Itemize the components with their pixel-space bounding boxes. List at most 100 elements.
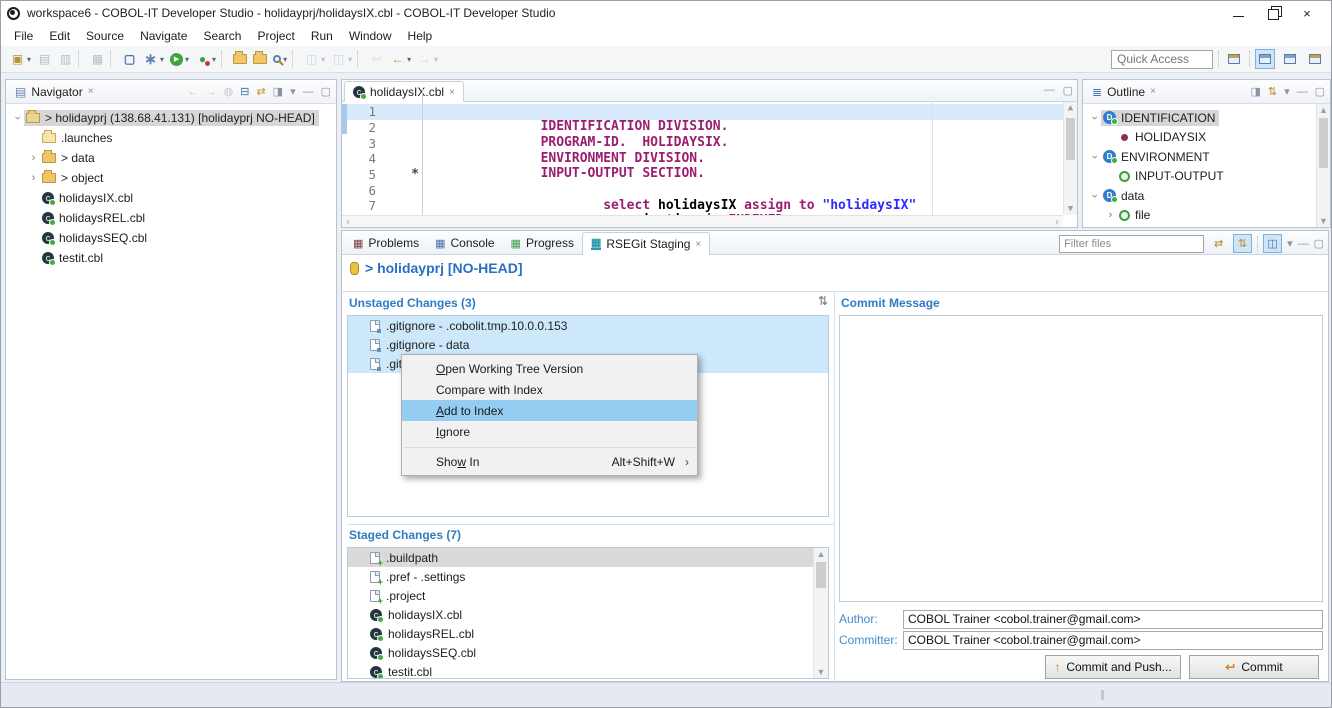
quick-access-input[interactable] — [1111, 50, 1213, 69]
show-untracked-icon[interactable]: ⇅ — [1233, 234, 1252, 253]
menu-source[interactable]: Source — [78, 27, 132, 45]
dropdown-caret-icon[interactable]: ▾ — [407, 55, 411, 64]
outline-item[interactable]: › file — [1083, 206, 1330, 226]
column-divider[interactable] — [834, 291, 835, 681]
editor-horizontal-scrollbar[interactable]: ‹› — [342, 215, 1063, 228]
staged-file-row[interactable]: .pref - .settings — [348, 567, 828, 586]
scrollbar-thumb[interactable] — [1319, 118, 1328, 168]
forward-history-icon[interactable]: → — [206, 86, 217, 98]
menu-compare-with-index[interactable]: Compare with Index › — [402, 379, 697, 400]
menu-edit[interactable]: Edit — [41, 27, 78, 45]
staged-changes-list[interactable]: .buildpath .pref - .settings .project — [347, 547, 829, 679]
forward-button[interactable]: ▾ — [414, 50, 441, 68]
staged-file-row[interactable]: .project — [348, 586, 828, 605]
last-edit-location-button[interactable]: ▾ — [366, 50, 387, 68]
scroll-up-icon[interactable]: ▲ — [1317, 104, 1330, 116]
expander-icon[interactable]: › — [1104, 209, 1117, 221]
outline-item[interactable]: INPUT-OUTPUT — [1083, 167, 1330, 187]
outline-scrollbar[interactable]: ▲ ▼ — [1316, 104, 1330, 227]
new-button[interactable]: ▾ — [7, 50, 34, 68]
link-with-editor-icon[interactable]: ⇄ — [256, 85, 265, 98]
expander-icon[interactable]: › — [12, 112, 24, 125]
dropdown-caret-icon[interactable]: ▾ — [185, 55, 189, 64]
link-with-selection-icon[interactable]: ◫ — [1263, 234, 1282, 253]
menu-run[interactable]: Run — [303, 27, 341, 45]
open-perspective-button[interactable] — [1224, 49, 1244, 69]
navigator-item[interactable]: › > object — [6, 168, 336, 188]
expander-icon[interactable]: › — [27, 152, 40, 164]
next-annotation-button[interactable]: ▾ — [301, 50, 328, 68]
search-button[interactable]: ▾ — [270, 53, 290, 66]
menu-project[interactable]: Project — [249, 27, 302, 45]
expander-icon[interactable]: › — [27, 172, 40, 184]
debug-button[interactable]: ▾ — [140, 50, 167, 68]
open-resource-button[interactable]: ▾ — [250, 52, 270, 66]
dropdown-caret-icon[interactable]: ▾ — [434, 55, 438, 64]
dropdown-caret-icon[interactable]: ▾ — [348, 55, 352, 64]
menu-show-in[interactable]: Show In Alt+Shift+W › — [402, 451, 697, 472]
menu-separator[interactable]: › — [403, 444, 696, 448]
outline-item[interactable]: › ENVIRONMENT — [1083, 147, 1330, 167]
outline-item[interactable]: › data — [1083, 186, 1330, 206]
back-button[interactable]: ▾ — [387, 50, 414, 68]
tab-close-icon[interactable]: × — [695, 239, 701, 250]
navigator-item[interactable]: holidaysSEQ.cbl — [6, 228, 336, 248]
scroll-right-icon[interactable]: › — [1054, 217, 1060, 228]
editor-vertical-scrollbar[interactable]: ▲ ▼ — [1063, 102, 1077, 215]
expander-icon[interactable]: › — [1089, 189, 1101, 202]
navigator-tab[interactable]: ▤ Navigator × — [11, 85, 98, 99]
menu-add-to-index[interactable]: Add to Index › — [402, 400, 697, 421]
dropdown-caret-icon[interactable]: ▾ — [212, 55, 216, 64]
tab-problems[interactable]: ▦ Problems × — [345, 232, 427, 254]
menu-ignore[interactable]: Ignore › — [402, 421, 697, 442]
code-editor[interactable]: 1 IDENTIFICATION DIVISION. 2 PROGRAM-ID.… — [342, 102, 1077, 228]
tab-console[interactable]: ▦ Console × — [427, 232, 502, 254]
dropdown-caret-icon[interactable]: ▾ — [321, 55, 325, 64]
statusbar-grip[interactable] — [1101, 690, 1104, 700]
previous-annotation-button[interactable]: ▾ — [328, 50, 355, 68]
close-button[interactable]: × — [1301, 7, 1313, 19]
navigator-item[interactable]: holidaysREL.cbl — [6, 208, 336, 228]
scroll-down-icon[interactable]: ▼ — [1317, 215, 1330, 227]
commit-button[interactable]: ↩ Commit — [1189, 655, 1319, 679]
navigator-close-icon[interactable]: × — [88, 86, 94, 97]
unstaged-file-row[interactable]: .gitignore - data — [348, 335, 828, 354]
outline-item[interactable]: › IDENTIFICATION — [1083, 108, 1330, 128]
save-button[interactable]: ▾ — [34, 50, 55, 68]
view-menu-icon[interactable]: ▾ — [290, 85, 296, 98]
navigator-item[interactable]: › > holidayprj (138.68.41.131) [holidayp… — [6, 108, 336, 128]
sort-icon[interactable]: ⇅ — [818, 294, 828, 308]
staged-file-row[interactable]: .buildpath — [348, 548, 828, 567]
menu-open-working-tree-version[interactable]: Open Working Tree Version › — [402, 358, 697, 379]
outline-close-icon[interactable]: × — [1150, 86, 1156, 97]
code-line[interactable]: 7 organization is INDEXED — [342, 198, 1077, 214]
tab-progress[interactable]: ▦ Progress × — [503, 232, 582, 254]
dropdown-caret-icon[interactable]: ▾ — [283, 55, 287, 64]
up-icon[interactable]: ◍ — [224, 85, 234, 98]
menu-help[interactable]: Help — [400, 27, 441, 45]
maximize-view-icon[interactable]: ▢ — [1315, 85, 1325, 98]
navigator-item[interactable]: .launches — [6, 128, 336, 148]
minimize-view-icon[interactable]: — — [303, 86, 314, 98]
compare-mode-icon[interactable]: ⇄ — [1209, 234, 1228, 253]
staged-scrollbar[interactable]: ▲ ▼ — [813, 548, 828, 678]
view-menu-icon[interactable]: ▾ — [1287, 237, 1293, 250]
debug-perspective-button[interactable] — [1280, 49, 1300, 69]
maximize-view-icon[interactable]: ▢ — [321, 85, 331, 98]
scrollbar-thumb[interactable] — [816, 562, 826, 588]
staged-file-row[interactable]: holidaysIX.cbl — [348, 605, 828, 624]
maximize-view-icon[interactable]: ▢ — [1314, 237, 1324, 250]
dropdown-caret-icon[interactable]: ▾ — [160, 55, 164, 64]
dropdown-caret-icon[interactable]: ▾ — [27, 55, 31, 64]
staged-file-row[interactable]: holidaysREL.cbl — [348, 624, 828, 643]
outline-tab[interactable]: ≣ Outline × — [1088, 85, 1160, 99]
minimize-button[interactable] — [1233, 10, 1244, 17]
outline-item[interactable]: HOLIDAYSIX — [1083, 128, 1330, 148]
menu-file[interactable]: File — [6, 27, 41, 45]
committer-input[interactable] — [903, 631, 1323, 650]
save-all-button[interactable]: ▾ — [55, 50, 76, 68]
staged-file-row[interactable]: holidaysSEQ.cbl — [348, 643, 828, 662]
scroll-left-icon[interactable]: ‹ — [345, 217, 351, 228]
expander-icon[interactable]: › — [1089, 111, 1101, 124]
profile-button[interactable]: ▾ — [192, 50, 219, 68]
